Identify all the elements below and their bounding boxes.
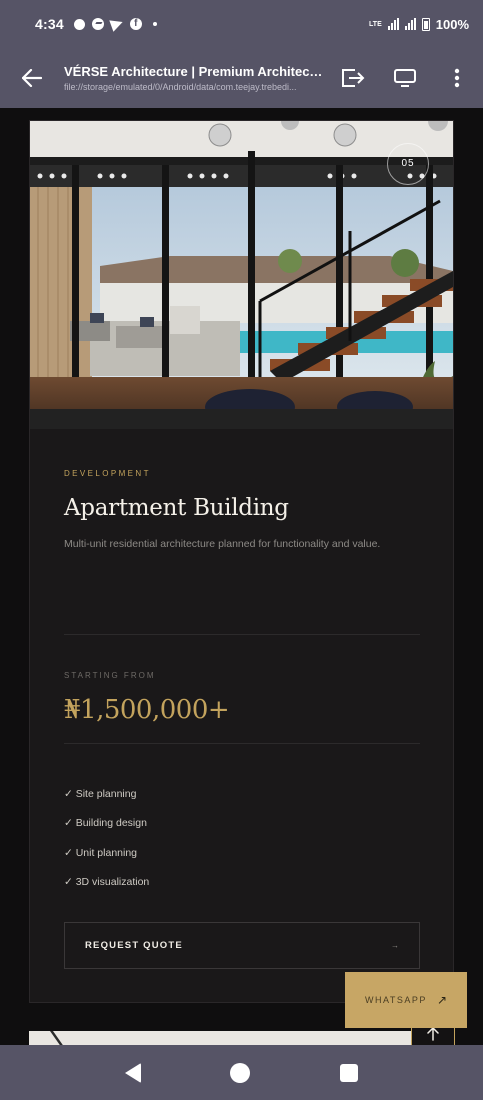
page-title: VÉRSE Architecture | Premium Architectu.… bbox=[64, 64, 326, 79]
divider-bottom bbox=[64, 743, 420, 744]
open-in-button[interactable] bbox=[327, 48, 379, 108]
feature-list: ✓ Site planning ✓ Building design ✓ Unit… bbox=[64, 788, 149, 905]
price-label: STARTING FROM bbox=[64, 671, 156, 680]
arrow-up-icon bbox=[427, 1027, 439, 1041]
nav-back-icon[interactable] bbox=[124, 1062, 141, 1083]
page-title-block: VÉRSE Architecture | Premium Architectu.… bbox=[64, 64, 327, 92]
monitor-icon bbox=[394, 69, 416, 87]
card-title: Apartment Building bbox=[64, 495, 289, 521]
divider-top bbox=[64, 634, 420, 635]
signal-icon bbox=[387, 18, 399, 30]
desktop-view-button[interactable] bbox=[379, 48, 431, 108]
toolbar-actions bbox=[327, 48, 483, 108]
whatsapp-button[interactable]: WHATSAPP ↗ bbox=[345, 972, 467, 1028]
notification-icons: f bbox=[73, 16, 157, 32]
image-number-badge: 05 bbox=[387, 143, 429, 185]
next-card-preview bbox=[29, 1031, 454, 1045]
open-in-icon bbox=[342, 69, 365, 87]
system-status: LTE 100% bbox=[369, 17, 469, 32]
battery-percent: 100% bbox=[435, 16, 469, 32]
list-item: ✓ 3D visualization bbox=[64, 875, 150, 888]
system-navigation-bar bbox=[0, 1045, 483, 1100]
card-body: DEVELOPMENT Apartment Building Multi-uni… bbox=[64, 469, 420, 550]
more-vertical-icon bbox=[454, 68, 460, 88]
project-photo: 05 bbox=[30, 121, 453, 429]
nav-recents-icon[interactable] bbox=[340, 1063, 359, 1082]
arrow-left-icon bbox=[22, 69, 42, 87]
browser-toolbar: VÉRSE Architecture | Premium Architectu.… bbox=[0, 48, 483, 108]
request-quote-label: REQUEST QUOTE bbox=[85, 940, 183, 951]
status-bar: 4:34 f LTE 100% bbox=[0, 0, 483, 48]
service-card: 05 DEVELOPMENT Apartment Building Multi-… bbox=[29, 120, 454, 1003]
card-description: Multi-unit residential architecture plan… bbox=[64, 538, 381, 550]
menu-button[interactable] bbox=[431, 48, 483, 108]
whatsapp-label: WHATSAPP bbox=[365, 995, 427, 1005]
more-notifications-dot-icon bbox=[152, 22, 157, 26]
web-page: 05 DEVELOPMENT Apartment Building Multi-… bbox=[0, 108, 483, 1045]
list-item: ✓ Building design bbox=[64, 817, 147, 830]
status-time: 4:34 bbox=[35, 16, 64, 32]
arrow-right-icon: → bbox=[391, 941, 399, 950]
nav-home-icon[interactable] bbox=[230, 1062, 251, 1083]
category-label: DEVELOPMENT bbox=[64, 469, 151, 478]
signal-secondary-icon bbox=[404, 18, 416, 30]
arrow-up-right-icon: ↗ bbox=[436, 993, 447, 1007]
battery-icon bbox=[421, 17, 430, 31]
telegram-icon bbox=[109, 16, 125, 32]
request-quote-button[interactable]: REQUEST QUOTE → bbox=[64, 922, 420, 969]
list-item: ✓ Site planning bbox=[64, 788, 137, 800]
chat-bubble-icon bbox=[73, 18, 85, 30]
facebook-icon: f bbox=[129, 18, 142, 30]
lte-indicator: LTE bbox=[369, 20, 382, 28]
list-item: ✓ Unit planning bbox=[64, 846, 138, 859]
price-value: ₦1,500,000+ bbox=[64, 695, 230, 725]
back-button[interactable] bbox=[0, 48, 64, 108]
messenger-icon bbox=[91, 18, 104, 30]
page-url: file://storage/emulated/0/Android/data/c… bbox=[64, 82, 297, 92]
